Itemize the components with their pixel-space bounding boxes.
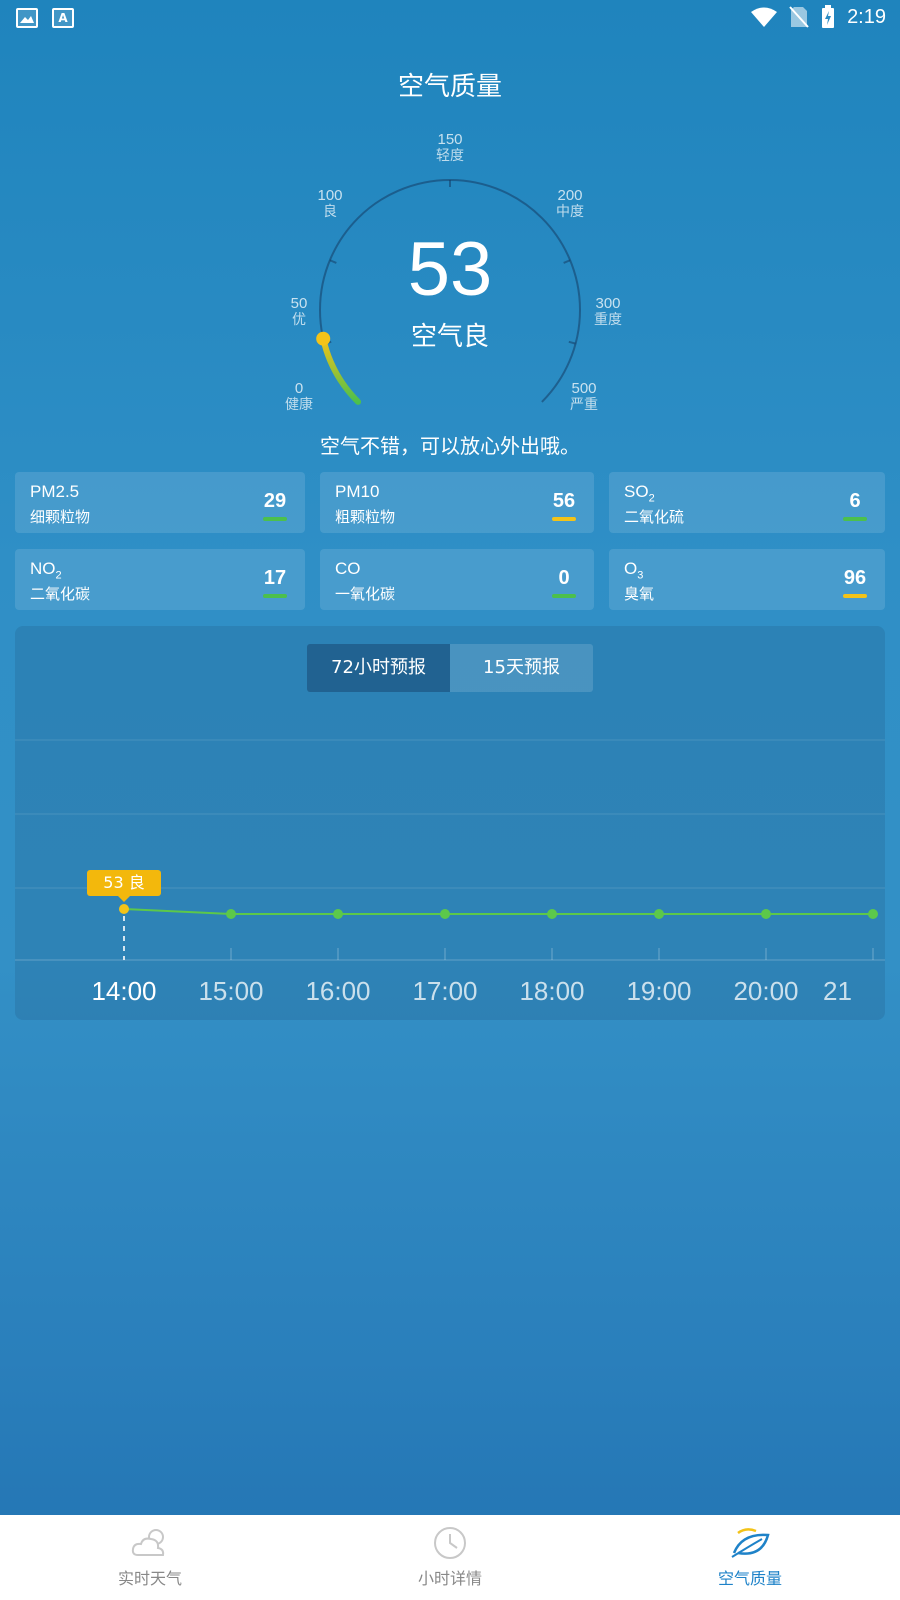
pollutant-cn-name: 一氧化碳 <box>335 585 396 603</box>
pollutant-level-bar <box>552 594 576 598</box>
pollutant-level-bar <box>843 517 867 521</box>
forecast-tabs: 72小时预报 15天预报 <box>307 644 593 692</box>
nav-label: 空气质量 <box>717 1569 782 1588</box>
aqi-level: 空气良 <box>410 322 489 352</box>
forecast-point <box>654 909 664 919</box>
pollutant-name: PM2.5 <box>30 482 80 501</box>
nav-realtime-weather[interactable]: 实时天气 <box>0 1515 300 1600</box>
forecast-point <box>440 909 450 919</box>
clock-time: 2:19 <box>847 5 886 28</box>
gauge-tick-200: 200 中度 <box>556 187 584 221</box>
pollutant-card-no2[interactable]: NO2 二氧化碳 17 <box>15 549 305 610</box>
battery-charging-icon <box>822 5 835 28</box>
tab-15day-forecast[interactable]: 15天预报 <box>450 644 593 692</box>
nav-label: 实时天气 <box>117 1569 182 1588</box>
forecast-point <box>119 904 129 914</box>
nav-air-quality[interactable]: 空气质量 <box>600 1515 900 1600</box>
image-notification-icon <box>16 8 38 28</box>
advice-text: 空气不错，可以放心外出哦。 <box>320 434 580 458</box>
hour-label: 19:00 <box>626 976 692 1006</box>
pollutant-value: 96 <box>843 567 867 589</box>
clock-icon <box>434 1527 466 1559</box>
forecast-point <box>333 909 343 919</box>
pollutant-card-co[interactable]: CO 一氧化碳 0 <box>320 549 594 610</box>
gauge-tick-100: 100 良 <box>317 187 343 221</box>
status-bar: A 2:19 <box>0 0 900 36</box>
gauge-tick-150: 150 轻度 <box>436 131 464 165</box>
pollutant-card-so2[interactable]: SO2 二氧化硫 6 <box>609 472 885 533</box>
pollutant-level-bar <box>843 594 867 598</box>
pollutant-name: NO <box>30 559 56 578</box>
nav-hourly-detail[interactable]: 小时详情 <box>300 1515 600 1600</box>
pollutant-value: 17 <box>263 567 287 589</box>
pollutant-value: 0 <box>558 567 570 589</box>
hour-label: 14:00 <box>91 976 157 1006</box>
nav-label: 小时详情 <box>417 1569 482 1588</box>
current-aqi-tag: 53 良 <box>87 870 161 902</box>
pollutant-grid: PM2.5 细颗粒物 29 PM10 粗颗粒物 56 SO2 二氧化硫 6 NO… <box>15 472 885 610</box>
forecast-panel: 72小时预报 15天预报 53 良 14:00 15:00 16:00 17:0… <box>15 626 885 1020</box>
forecast-point <box>226 909 236 919</box>
pollutant-name: SO <box>624 482 649 501</box>
gauge-tick-0: 0 健康 <box>285 380 313 414</box>
hour-label: 18:00 <box>519 976 585 1006</box>
aqi-value: 53 <box>407 227 493 312</box>
hour-label: 16:00 <box>305 976 371 1006</box>
forecast-point <box>868 909 878 919</box>
pollutant-cn-name: 粗颗粒物 <box>335 508 396 526</box>
hour-label: 17:00 <box>412 976 478 1006</box>
pollutant-level-bar <box>263 517 287 521</box>
forecast-point <box>547 909 557 919</box>
pollutant-level-bar <box>263 594 287 598</box>
tab-72h-forecast[interactable]: 72小时预报 <box>307 644 450 692</box>
page-title: 空气质量 <box>397 72 502 102</box>
hour-label: 20:00 <box>733 976 799 1006</box>
pollutant-name: CO <box>335 559 361 578</box>
cloud-sun-icon <box>131 1529 165 1556</box>
hour-label: 21 <box>823 976 852 1006</box>
wifi-icon <box>751 7 778 27</box>
gauge-tick-500: 500 严重 <box>570 380 598 414</box>
pollutant-cn-name: 二氧化碳 <box>30 585 91 603</box>
app-notification-icon: A <box>52 8 74 28</box>
pollutant-name: O <box>624 559 638 578</box>
bottom-nav: 实时天气 小时详情 空气质量 <box>0 1515 900 1600</box>
pollutant-cn-name: 二氧化硫 <box>624 508 685 526</box>
pollutant-value: 6 <box>849 490 861 512</box>
pollutant-card-pm25[interactable]: PM2.5 细颗粒物 29 <box>15 472 305 533</box>
forecast-point <box>761 909 771 919</box>
pollutant-level-bar <box>552 517 576 521</box>
leaf-icon <box>731 1528 770 1558</box>
pollutant-value: 56 <box>552 490 576 512</box>
pollutant-card-pm10[interactable]: PM10 粗颗粒物 56 <box>320 472 594 533</box>
pollutant-value: 29 <box>263 490 287 512</box>
pollutant-name: PM10 <box>335 482 380 501</box>
pollutant-cn-name: 细颗粒物 <box>30 508 91 526</box>
pollutant-cn-name: 臭氧 <box>624 585 655 603</box>
pollutant-card-o3[interactable]: O3 臭氧 96 <box>609 549 885 610</box>
no-sim-icon <box>789 6 809 28</box>
hour-label: 15:00 <box>198 976 264 1006</box>
